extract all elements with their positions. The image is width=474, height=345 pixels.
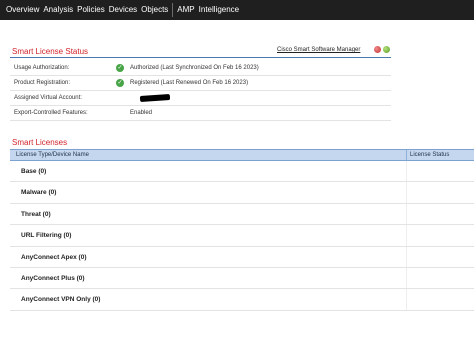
column-line [406, 203, 407, 225]
license-name: Base (0) [21, 168, 47, 175]
table-row[interactable]: Threat (0) [10, 203, 474, 226]
license-name: AnyConnect Plus (0) [21, 274, 85, 282]
column-line [406, 182, 407, 203]
license-name: AnyConnect VPN Only (0) [21, 296, 101, 304]
status-row-product-registration: Product Registration: ✓ Registered (Last… [10, 76, 391, 91]
check-circle-icon: ✓ [116, 79, 124, 87]
table-row[interactable]: AnyConnect Plus (0) [10, 267, 474, 290]
table-row[interactable]: AnyConnect Apex (0) [10, 246, 474, 268]
check-circle-icon: ✓ [116, 64, 124, 72]
column-line [406, 289, 407, 310]
nav-policies[interactable]: Policies [75, 0, 107, 20]
table-row[interactable]: URL Filtering (0) [10, 225, 474, 247]
nav-overview[interactable]: Overview [4, 0, 41, 20]
status-label: Usage Authorization: [14, 65, 70, 71]
smart-license-status-title: Smart License Status [12, 47, 89, 56]
status-value: Enabled [130, 110, 153, 116]
status-row-usage-authorization: Usage Authorization: ✓ Authorized (Last … [10, 61, 391, 76]
redaction-mark [139, 93, 171, 103]
column-line [406, 246, 407, 267]
status-value: Authorized (Last Synchronized On Feb 16 … [130, 65, 259, 71]
status-value: Registered (Last Renewed On Feb 16 2023) [130, 80, 249, 86]
table-header: License Type/Device Name License Status [10, 149, 474, 161]
license-status-table: Usage Authorization: ✓ Authorized (Last … [10, 61, 391, 121]
status-row-virtual-account: Assigned Virtual Account: [10, 91, 391, 106]
status-row-export-controlled: Export-Controlled Features: Enabled [10, 106, 391, 121]
deregister-icon[interactable] [374, 46, 381, 53]
license-name: URL Filtering (0) [21, 232, 72, 240]
nav-separator [172, 3, 174, 17]
license-name: Threat (0) [21, 210, 51, 218]
column-line [406, 225, 407, 246]
column-header-license-type[interactable]: License Type/Device Name [16, 152, 89, 158]
column-line [406, 267, 407, 289]
cisco-smart-software-manager-link[interactable]: Cisco Smart Software Manager [277, 47, 360, 53]
nav-analysis[interactable]: Analysis [41, 0, 75, 20]
license-name: AnyConnect Apex (0) [21, 253, 87, 261]
section-divider [10, 57, 391, 58]
smart-licenses-table: License Type/Device Name License Status … [10, 149, 474, 311]
nav-intelligence[interactable]: Intelligence [197, 0, 241, 20]
table-row[interactable]: AnyConnect VPN Only (0) [10, 289, 474, 311]
nav-devices[interactable]: Devices [107, 0, 139, 20]
table-row[interactable]: Base (0) [10, 161, 474, 183]
status-label: Export-Controlled Features: [14, 110, 88, 116]
column-line [406, 161, 407, 182]
top-navigation: Overview Analysis Policies Devices Objec… [0, 0, 474, 20]
smart-licenses-title: Smart Licenses [12, 138, 68, 147]
status-label: Assigned Virtual Account: [14, 95, 82, 101]
column-divider [406, 150, 407, 160]
table-row[interactable]: Malware (0) [10, 182, 474, 204]
header-actions [374, 46, 390, 53]
nav-amp[interactable]: AMP [175, 0, 196, 20]
license-name: Malware (0) [21, 189, 57, 197]
refresh-icon[interactable] [383, 46, 390, 53]
nav-objects[interactable]: Objects [139, 0, 170, 20]
status-label: Product Registration: [14, 80, 71, 86]
